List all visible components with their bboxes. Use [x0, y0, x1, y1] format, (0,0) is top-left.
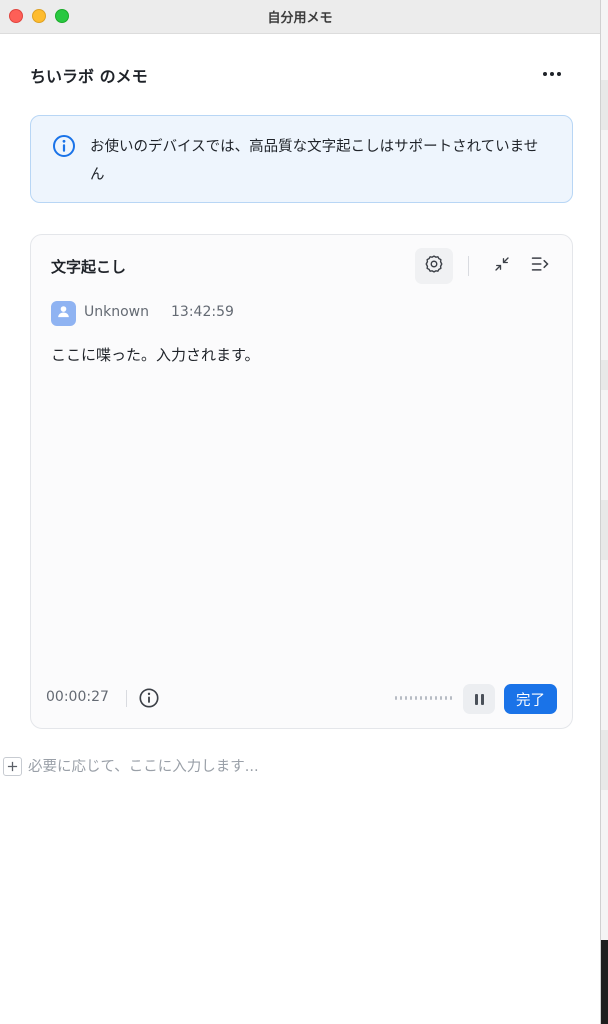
done-button[interactable]: 完了	[504, 684, 557, 714]
transcript-text: ここに喋った。入力されます。	[51, 346, 260, 364]
transcription-title: 文字起こし	[51, 258, 127, 276]
editor-row	[3, 757, 348, 776]
window-title: 自分用メモ	[267, 11, 333, 26]
more-options-button[interactable]	[538, 62, 566, 86]
collapse-button[interactable]	[490, 254, 514, 278]
plus-icon	[7, 757, 18, 776]
page-title: ちいラボ のメモ	[30, 67, 148, 86]
list-arrow-icon	[530, 254, 550, 278]
transcript-list-button[interactable]	[528, 254, 552, 278]
minimize-window-button[interactable]	[32, 9, 46, 23]
gear-icon	[424, 254, 444, 278]
audio-level-meter	[395, 696, 452, 700]
transcription-settings-button[interactable]	[415, 248, 453, 284]
speaker-timestamp: 13:42:59	[171, 304, 234, 320]
pause-bar	[480, 693, 484, 705]
more-dot	[557, 72, 561, 76]
notice-text: お使いのデバイスでは、高品質な文字起こしはサポートされていません	[90, 139, 539, 183]
collapse-arrows-icon	[493, 255, 511, 277]
close-window-button[interactable]	[9, 9, 23, 23]
speaker-avatar	[51, 301, 76, 326]
pause-icon	[474, 693, 478, 705]
elapsed-time: 00:00:27	[46, 689, 109, 705]
title-bar: 自分用メモ	[0, 0, 600, 34]
info-icon	[52, 134, 76, 162]
recording-info-button[interactable]	[138, 687, 160, 713]
background-window-edge	[600, 0, 608, 1024]
unsupported-notice: お使いのデバイスでは、高品質な文字起こしはサポートされていません	[30, 115, 573, 203]
info-icon	[138, 688, 160, 713]
add-block-button[interactable]	[3, 757, 22, 776]
pause-button[interactable]	[463, 684, 495, 714]
maximize-window-button[interactable]	[55, 9, 69, 23]
more-dot	[550, 72, 554, 76]
memo-input[interactable]	[28, 758, 348, 775]
footer-divider	[126, 690, 127, 707]
window-controls	[9, 9, 69, 23]
transcription-panel: 文字起こし Unknown 13:42:59 ここに喋った。入力されます。 00…	[30, 234, 573, 729]
more-horizontal-icon	[543, 72, 547, 76]
memo-window: 自分用メモ ちいラボ のメモ お使いのデバイスでは、高品質な文字起こしはサポート…	[0, 0, 600, 1024]
speaker-name: Unknown	[84, 304, 149, 320]
user-icon	[56, 304, 71, 323]
toolbar-divider	[468, 256, 469, 276]
